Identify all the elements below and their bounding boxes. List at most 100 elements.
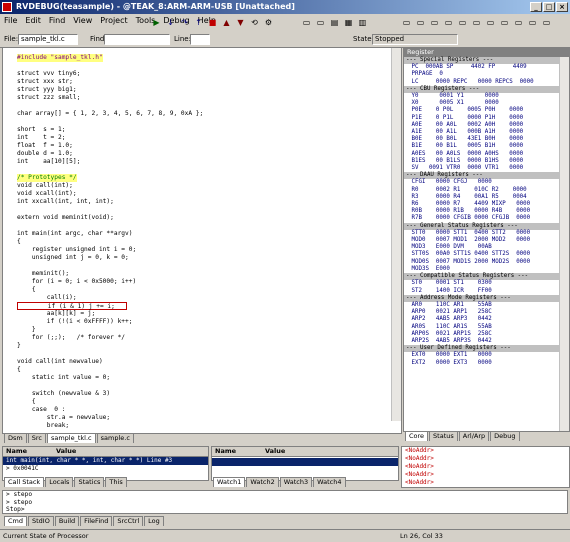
tab-watch3[interactable]: Watch3 — [279, 477, 313, 487]
view-3-icon[interactable]: ▭ — [428, 17, 441, 29]
memory-row[interactable]: <NoAddr> — [402, 471, 569, 479]
register-row[interactable]: R3 0000 R4 00A1 R5 0004 — [404, 194, 569, 201]
register-row[interactable]: EXT0 0000 EXT1 0000 — [404, 352, 569, 359]
view-11-icon[interactable]: ▭ — [540, 17, 553, 29]
tab-watch4[interactable]: Watch4 — [313, 477, 346, 487]
tab-watch1[interactable]: Watch1 — [213, 477, 246, 487]
register-row[interactable]: B1E 00 B1L 0005 B1H 0000 — [404, 143, 569, 150]
register-row[interactable]: AR0 110C AR1 55AB — [404, 302, 569, 309]
register-scrollbar[interactable] — [559, 57, 569, 431]
view-6-icon[interactable]: ▭ — [470, 17, 483, 29]
register-row[interactable]: B1ES 00 B1LS 0000 B1HS 0000 — [404, 158, 569, 165]
memory-row[interactable]: <NoAddr> — [402, 463, 569, 471]
menu-edit[interactable]: Edit — [21, 16, 45, 25]
view-2-icon[interactable]: ▭ — [414, 17, 427, 29]
step-out-icon[interactable]: ↑ — [192, 17, 205, 29]
minimize-button[interactable]: _ — [530, 2, 542, 12]
window-layout-2-icon[interactable]: ▭ — [314, 17, 327, 29]
callstack-row[interactable]: int main(int, char * *, int, char * *) L… — [3, 457, 208, 465]
register-row[interactable]: LC 0000 REPC 0000 REPCS 0000 — [404, 79, 569, 86]
tab-sample-tkl-c[interactable]: sample_tkl.c — [46, 433, 96, 443]
register-row[interactable]: ARP0 0021 ARP1 258C — [404, 309, 569, 316]
reset-icon[interactable]: ⟲ — [248, 17, 261, 29]
view-4-icon[interactable]: ▭ — [442, 17, 455, 29]
editor-vertical-scrollbar[interactable] — [391, 48, 401, 421]
register-row[interactable]: EXT2 0000 EXT3 0000 — [404, 360, 569, 367]
memory-row[interactable]: <NoAddr> — [402, 447, 569, 455]
run-icon[interactable]: ▶ — [150, 17, 163, 29]
window-layout-1-icon[interactable]: ▭ — [300, 17, 313, 29]
register-row[interactable]: ARP2 4AB5 ARP3 0442 — [404, 316, 569, 323]
register-row[interactable]: MOD3S E000 — [404, 266, 569, 273]
register-row[interactable]: R7B 0000 CFGIB 0000 CFGJB 0000 — [404, 215, 569, 222]
memory-row[interactable]: <NoAddr> — [402, 455, 569, 463]
memory-row[interactable]: <NoAddr> — [402, 487, 569, 488]
register-row[interactable]: R0 0002 R1 010C R2 0000 — [404, 187, 569, 194]
view-9-icon[interactable]: ▭ — [512, 17, 525, 29]
line-field[interactable] — [190, 34, 210, 45]
menu-find[interactable]: Find — [45, 16, 69, 25]
down-arrow-icon[interactable]: ▼ — [234, 17, 247, 29]
register-row[interactable]: MOD0 0007 MOD1 2000 MOD2 0000 — [404, 237, 569, 244]
register-row[interactable]: Y0 0001 Y1 0000 — [404, 93, 569, 100]
maximize-button[interactable]: □ — [543, 2, 555, 12]
register-row[interactable]: SV 0091 VTR0 0000 VTR1 0000 — [404, 165, 569, 172]
register-row[interactable]: P0E 0 P0L 0005 P0H 0000 — [404, 107, 569, 114]
window-layout-3-icon[interactable]: ▤ — [328, 17, 341, 29]
tab-log[interactable]: Log — [144, 516, 164, 526]
register-row[interactable]: X0 0005 X1 0000 — [404, 100, 569, 107]
view-1-icon[interactable]: ▭ — [400, 17, 413, 29]
tab-srcctrl[interactable]: SrcCtrl — [113, 516, 144, 526]
connect-icon[interactable]: ⚙ — [262, 17, 275, 29]
tab-sample-c[interactable]: sample.c — [96, 433, 134, 443]
tab-build[interactable]: Build — [54, 516, 80, 526]
register-row[interactable]: A0ES 00 A0LS 0000 A0HS 0000 — [404, 151, 569, 158]
register-row[interactable]: PC 000AB SP 4402 FP 4409 — [404, 64, 569, 71]
register-row[interactable]: R6 0000 R7 4409 MIXP 0000 — [404, 201, 569, 208]
tab-watch2[interactable]: Watch2 — [246, 477, 279, 487]
tab-cmd[interactable]: Cmd — [4, 516, 27, 526]
tab-filefind[interactable]: FileFind — [80, 516, 113, 526]
tab-arl-arp[interactable]: Arl/Arp — [458, 431, 490, 441]
register-row[interactable]: A0E 00 A0L 0002 A0H 0000 — [404, 122, 569, 129]
tab-this[interactable]: This — [105, 477, 127, 487]
tab-debug[interactable]: Debug — [490, 431, 520, 441]
register-row[interactable]: STT0S 00A0 STT1S 0400 STT2S 0000 — [404, 251, 569, 258]
close-button[interactable]: × — [556, 2, 568, 12]
register-row[interactable]: CFGI 0000 CFGJ 0000 — [404, 179, 569, 186]
memory-row[interactable]: <NoAddr> — [402, 479, 569, 487]
command-console[interactable]: > stepo > stepo Stop> — [2, 490, 568, 514]
menu-file[interactable]: File — [0, 16, 21, 25]
tab-dsm[interactable]: Dsm — [4, 433, 27, 443]
watch-row-selected[interactable] — [212, 458, 398, 466]
view-5-icon[interactable]: ▭ — [456, 17, 469, 29]
view-10-icon[interactable]: ▭ — [526, 17, 539, 29]
register-row[interactable]: ST2 1400 ICR FF00 — [404, 288, 569, 295]
tab-statics[interactable]: Statics — [74, 477, 105, 487]
source-code[interactable]: #include "sample_tkl.h" struct vvv tiny6;… — [17, 54, 203, 430]
menu-view[interactable]: View — [69, 16, 96, 25]
register-row[interactable]: P1E 0 P1L 0000 P1H 0000 — [404, 115, 569, 122]
stop-icon[interactable]: ■ — [206, 17, 219, 29]
view-7-icon[interactable]: ▭ — [484, 17, 497, 29]
register-row[interactable]: R0B 0000 R1B 0000 R4B 0000 — [404, 208, 569, 215]
tab-call-stack[interactable]: Call Stack — [4, 477, 45, 487]
tab-core[interactable]: Core — [405, 431, 429, 441]
step-over-icon[interactable]: ↷ — [178, 17, 191, 29]
window-layout-5-icon[interactable]: ▥ — [356, 17, 369, 29]
tab-status[interactable]: Status — [429, 431, 458, 441]
step-into-icon[interactable]: ↓ — [164, 17, 177, 29]
tab-locals[interactable]: Locals — [45, 477, 74, 487]
register-row[interactable]: ARP0S 0021 ARP1S 258C — [404, 331, 569, 338]
menu-project[interactable]: Project — [96, 16, 131, 25]
source-editor[interactable]: #include "sample_tkl.h" struct vvv tiny6;… — [2, 47, 402, 434]
register-row[interactable]: A1E 00 A1L 000B A1H 0000 — [404, 129, 569, 136]
file-field[interactable]: sample_tkl.c — [18, 34, 78, 45]
tab-src[interactable]: Src — [27, 433, 46, 443]
register-row[interactable]: MOD3 E000 DVM 00AB — [404, 244, 569, 251]
register-row[interactable]: B0E 00 B0L 43E1 B0H 0000 — [404, 136, 569, 143]
register-row[interactable]: AR0S 110C AR1S 55AB — [404, 324, 569, 331]
find-field[interactable] — [104, 34, 170, 45]
register-row[interactable]: MOD0S 0007 MOD1S 2000 MOD2S 0000 — [404, 259, 569, 266]
register-row[interactable]: STT0 0000 STT1 0400 STT2 0000 — [404, 230, 569, 237]
